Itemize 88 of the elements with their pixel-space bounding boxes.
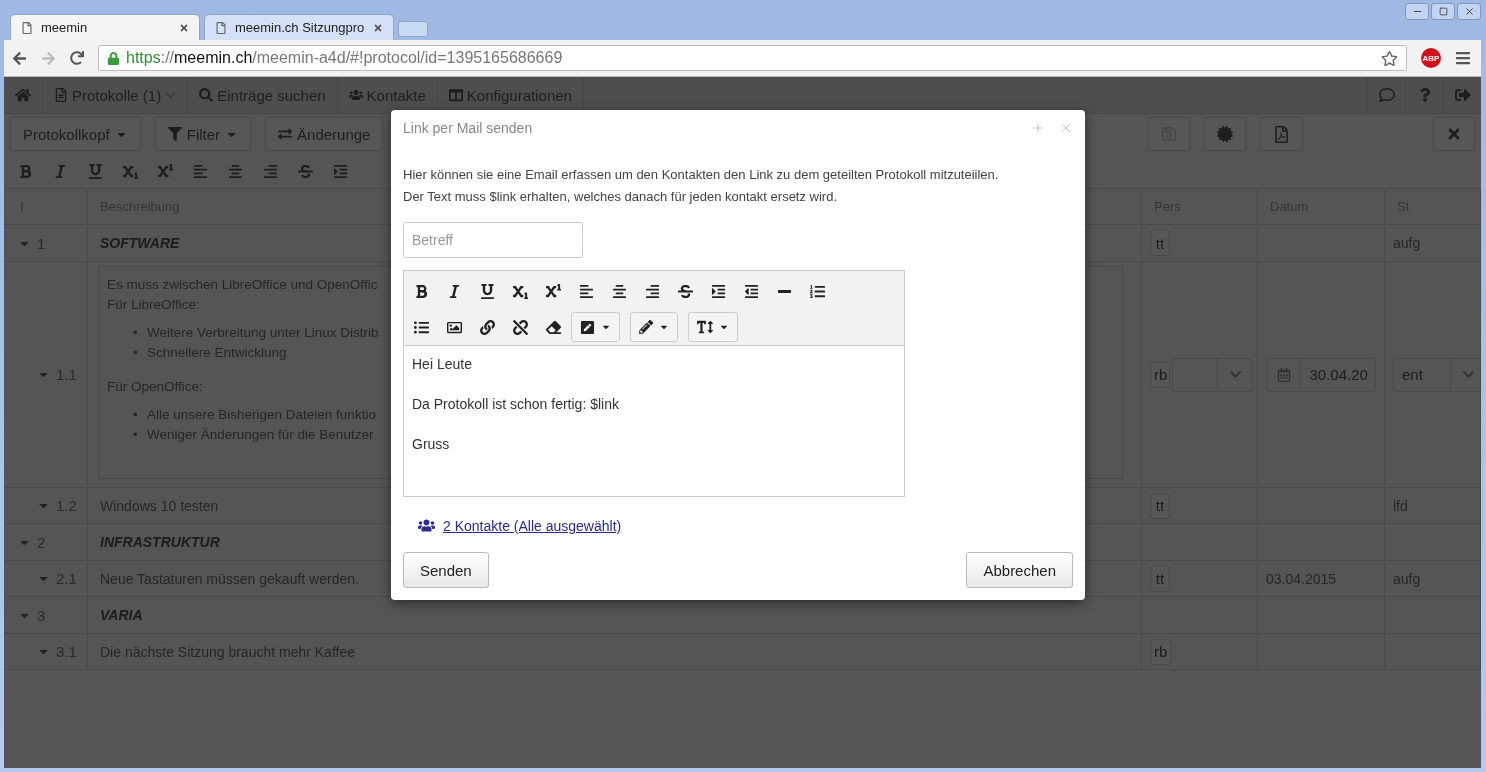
text-height-icon <box>697 319 713 335</box>
message-editor[interactable]: Hei Leute Da Protokoll ist schon fertig: $link Gruss <box>403 270 905 497</box>
maximize-button[interactable] <box>1431 3 1455 20</box>
section-title: SOFTWARE <box>100 235 180 251</box>
section-title: VARIA <box>100 607 143 623</box>
unlink-icon[interactable] <box>513 319 528 335</box>
person-tag[interactable]: tt <box>1150 230 1170 256</box>
search-icon <box>199 88 214 102</box>
chevron-icon <box>1461 368 1475 381</box>
bookmark-star-icon[interactable] <box>1381 49 1398 67</box>
browser-tab[interactable]: meemin <box>10 14 200 40</box>
dialog-title: Link per Mail senden <box>403 120 534 136</box>
page-icon <box>21 21 33 34</box>
align-left-icon[interactable] <box>579 283 594 299</box>
close-window-button[interactable] <box>1457 3 1481 20</box>
adblock-badge[interactable]: ABP <box>1421 48 1441 68</box>
person-tag[interactable]: rb <box>1150 638 1172 665</box>
section-title: INFRASTRUKTUR <box>100 534 220 550</box>
ordered-list-icon[interactable] <box>810 283 825 299</box>
new-tab-button[interactable] <box>398 21 428 37</box>
pdf-button[interactable] <box>1260 117 1303 151</box>
outdent-icon[interactable] <box>744 283 759 299</box>
intro-text: Hier können sie eine Email erfassen um den Kontakten den Link zu dem geteilten Protokoll mitzuteiilen. <box>403 166 1000 184</box>
pen-dropdown[interactable] <box>630 312 678 342</box>
strikethrough-icon[interactable] <box>678 283 693 299</box>
browser-tab[interactable]: meemin.ch Sitzungpro <box>204 14 394 40</box>
badge-icon <box>1217 126 1233 142</box>
italic-icon[interactable] <box>447 283 462 299</box>
close-icon <box>1446 126 1462 142</box>
pdf-file-icon <box>1273 125 1290 143</box>
document-icon <box>54 88 68 102</box>
person-tag[interactable]: tt <box>1150 565 1170 592</box>
color-dropdown[interactable] <box>571 312 620 342</box>
image-icon[interactable] <box>447 319 462 335</box>
menu-icon[interactable] <box>1455 50 1471 66</box>
expand-icon[interactable] <box>1031 121 1045 135</box>
back-icon[interactable] <box>12 50 27 66</box>
close-icon[interactable] <box>1059 121 1073 135</box>
subject-field[interactable]: Betreff <box>403 222 583 258</box>
address-field[interactable]: https://meemin.ch/meemin-a4d/#!protocol/id=1395165686669 <box>98 45 1407 71</box>
toolbar-button[interactable]: Protokollkopf <box>10 117 141 151</box>
font-size-dropdown[interactable] <box>688 312 738 342</box>
align-right-icon[interactable] <box>645 283 660 299</box>
pencil-icon <box>639 320 653 334</box>
swap-icon <box>278 127 293 141</box>
bold-icon[interactable] <box>414 283 429 299</box>
contacts-link[interactable]: 2 Kontakte (Alle ausgewählt) <box>443 517 622 534</box>
logout-icon <box>1454 87 1471 103</box>
dialog-button[interactable]: Abbrechen <box>966 552 1073 588</box>
intro-text: Der Text muss $link erhalten, welches danach für jeden kontakt ersetz wird. <box>403 188 839 206</box>
align-center-icon[interactable] <box>612 283 627 299</box>
calendar-icon <box>1276 367 1291 382</box>
toolbar-button[interactable]: Änderunge <box>265 117 384 151</box>
toolbar-button[interactable]: Filter <box>154 117 252 151</box>
badge-button[interactable] <box>1204 117 1246 151</box>
message-line: Da Protokoll ist schon fertig: $link <box>412 395 620 414</box>
speech-bubble-icon <box>1378 87 1395 103</box>
status-select[interactable]: ent <box>1393 357 1481 392</box>
maximize-icon <box>1438 7 1448 16</box>
minimize-button[interactable] <box>1405 3 1429 20</box>
filter-icon <box>167 127 182 141</box>
underline-icon[interactable] <box>480 283 495 299</box>
close-tab-icon[interactable] <box>373 22 383 33</box>
close-icon <box>1463 6 1475 17</box>
home-icon <box>15 87 31 103</box>
lock-icon <box>107 51 120 65</box>
url-text: https://meemin.ch/meemin-a4d/#!protocol/id=1395165686669 <box>126 49 564 67</box>
indent-icon[interactable] <box>711 283 726 299</box>
message-line: Gruss <box>412 435 451 454</box>
bullet-list-icon[interactable] <box>414 319 429 335</box>
users-icon <box>348 88 363 102</box>
users-icon <box>418 517 435 534</box>
chevron-icon <box>1228 368 1242 381</box>
subscript-icon[interactable] <box>513 283 528 299</box>
date-field[interactable]: 30.04.20 <box>1266 357 1376 392</box>
forward-icon[interactable] <box>41 50 56 66</box>
page-icon <box>215 21 227 34</box>
close-tab-icon[interactable] <box>179 22 189 33</box>
message-line: Hei Leute <box>412 355 473 374</box>
dialog-button[interactable]: Senden <box>403 552 489 588</box>
eraser-icon[interactable] <box>546 319 561 335</box>
superscript-icon[interactable] <box>546 283 561 299</box>
person-tag[interactable]: rb <box>1150 361 1170 388</box>
close-button[interactable] <box>1433 117 1475 151</box>
columns-icon <box>448 88 463 102</box>
reload-icon[interactable] <box>70 51 84 65</box>
link-icon[interactable] <box>480 319 495 335</box>
person-tag[interactable]: tt <box>1150 492 1170 519</box>
